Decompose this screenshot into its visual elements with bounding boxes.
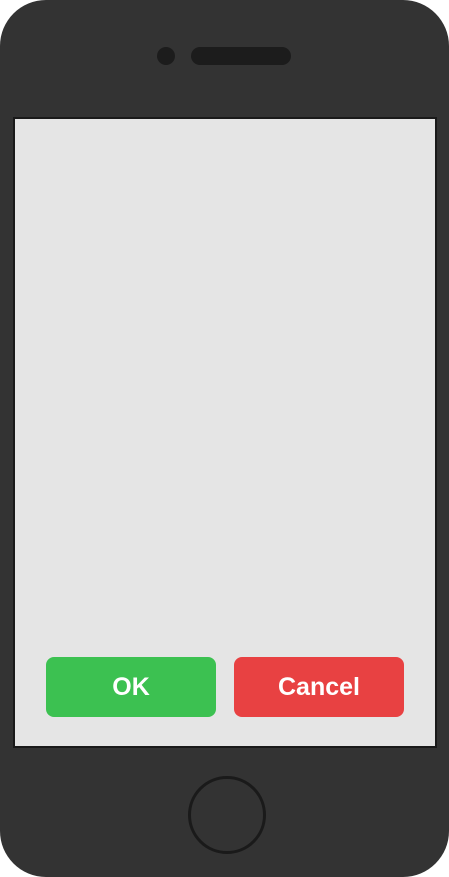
home-button[interactable] — [188, 776, 266, 854]
earpiece-speaker-icon — [191, 47, 291, 65]
phone-screen: OK Cancel — [13, 117, 437, 748]
phone-device-frame: OK Cancel — [0, 0, 449, 877]
front-camera-icon — [157, 47, 175, 65]
cancel-button[interactable]: Cancel — [234, 657, 404, 717]
ok-button[interactable]: OK — [46, 657, 216, 717]
